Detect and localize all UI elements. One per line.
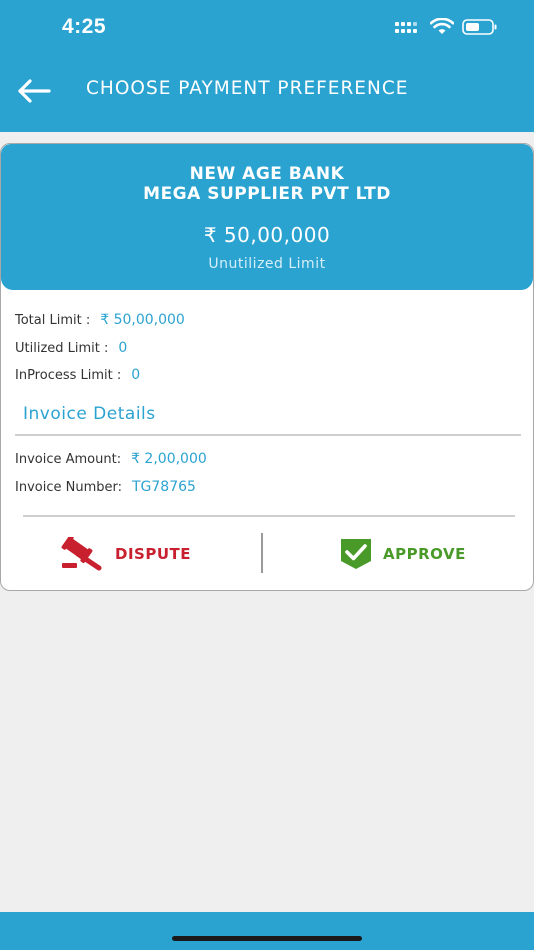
home-indicator[interactable]	[172, 936, 362, 941]
utilized-limit-label: Utilized Limit :	[15, 341, 109, 356]
back-button[interactable]	[16, 76, 54, 106]
signal-icon	[395, 22, 417, 33]
total-limit-value: ₹ 50,00,000	[100, 312, 185, 328]
invoice-amount-row: Invoice Amount: ₹ 2,00,000	[15, 451, 207, 467]
unutilized-limit-caption: Unutilized Limit	[208, 256, 326, 272]
invoice-amount-value: ₹ 2,00,000	[131, 451, 207, 467]
inprocess-limit-row: InProcess Limit : 0	[15, 367, 140, 383]
approve-button[interactable]: APPROVE	[339, 537, 466, 571]
utilized-limit-value: 0	[118, 340, 128, 356]
status-time: 4:25	[62, 15, 107, 38]
invoice-number-label: Invoice Number:	[15, 480, 122, 495]
inprocess-limit-value: 0	[131, 367, 141, 383]
bank-name: NEW AGE BANK	[189, 164, 345, 184]
invoice-amount-label: Invoice Amount:	[15, 452, 122, 467]
status-bar: 4:25	[0, 0, 534, 56]
battery-icon	[462, 19, 497, 35]
divider	[23, 515, 515, 517]
unutilized-limit-amount: ₹ 50,00,000	[203, 223, 331, 247]
wifi-icon	[430, 18, 454, 34]
app-bar: CHOOSE PAYMENT PREFERENCE	[0, 56, 534, 132]
dispute-button[interactable]: DISPUTE	[61, 537, 191, 571]
card-header: NEW AGE BANK MEGA SUPPLIER PVT LTD ₹ 50,…	[1, 144, 533, 290]
payment-card: NEW AGE BANK MEGA SUPPLIER PVT LTD ₹ 50,…	[0, 143, 534, 591]
utilized-limit-row: Utilized Limit : 0	[15, 340, 127, 356]
invoice-number-value: TG78765	[131, 479, 196, 495]
invoice-number-row: Invoice Number: TG78765	[15, 479, 196, 495]
page-title: CHOOSE PAYMENT PREFERENCE	[86, 78, 409, 99]
check-shield-icon	[341, 539, 371, 569]
total-limit-label: Total Limit :	[15, 313, 91, 328]
arrow-left-icon	[18, 79, 51, 103]
dispute-label: DISPUTE	[115, 545, 191, 563]
total-limit-row: Total Limit : ₹ 50,00,000	[15, 312, 185, 328]
status-icons	[394, 18, 498, 36]
inprocess-limit-label: InProcess Limit :	[15, 368, 122, 383]
divider	[15, 434, 521, 436]
supplier-name: MEGA SUPPLIER PVT LTD	[143, 184, 391, 204]
bottom-bar	[0, 912, 534, 950]
gavel-icon	[61, 537, 102, 571]
invoice-section-title: Invoice Details	[23, 404, 156, 424]
approve-label: APPROVE	[383, 545, 466, 563]
action-divider	[261, 533, 263, 573]
